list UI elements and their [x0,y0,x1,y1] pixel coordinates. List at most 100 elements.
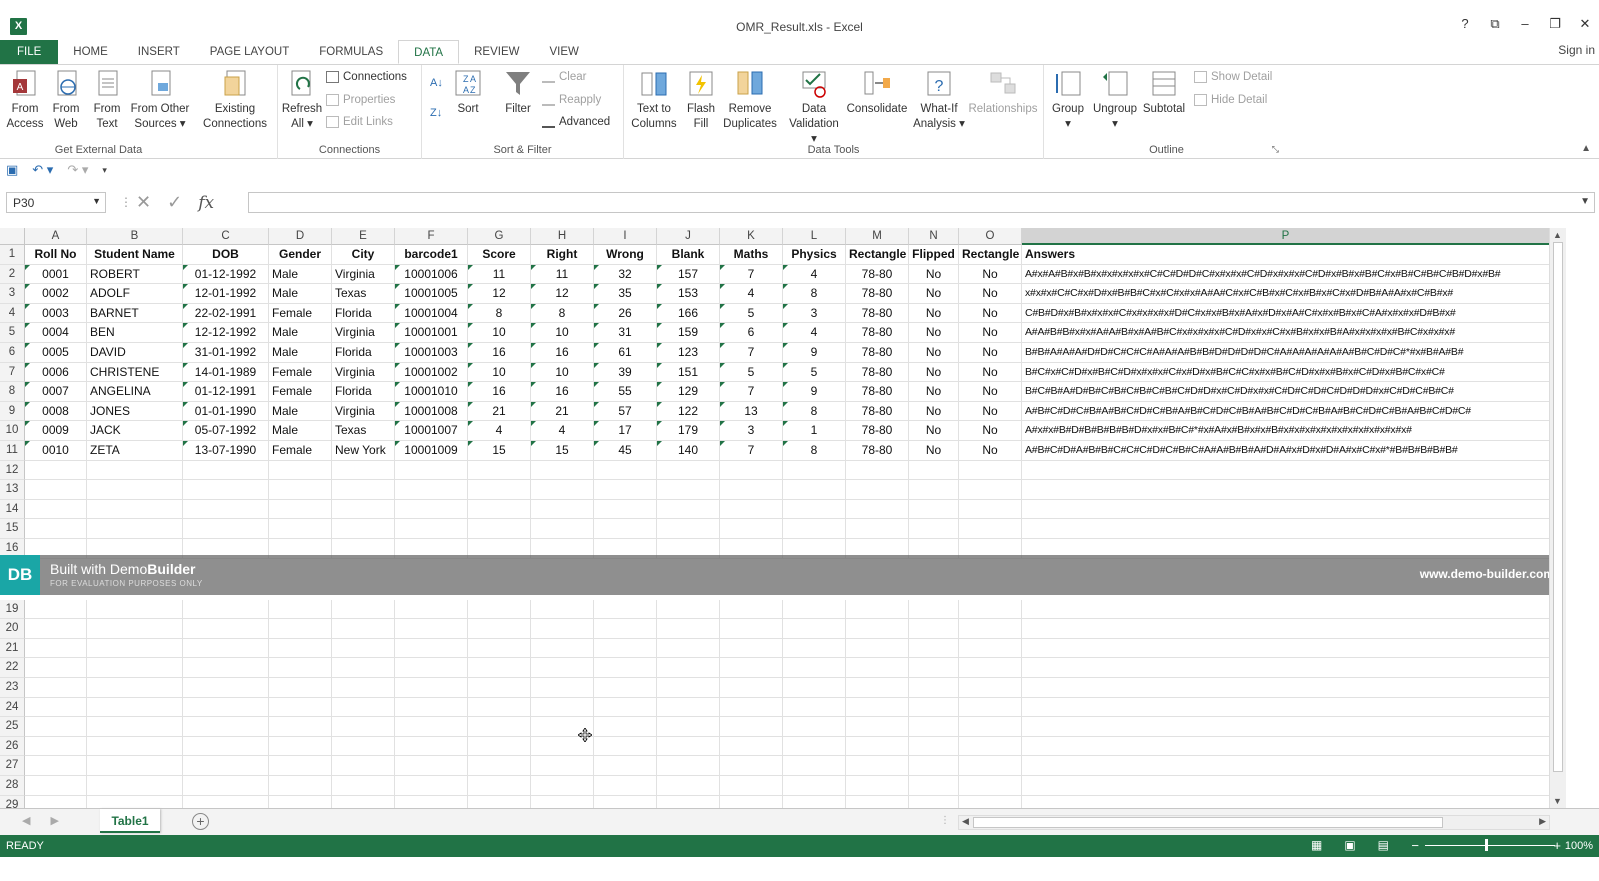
row-header[interactable]: 27 [0,756,25,776]
empty-cell[interactable] [87,658,183,678]
empty-cell[interactable] [269,619,332,639]
data-cell[interactable]: Female [269,382,332,402]
empty-cell[interactable] [657,717,720,737]
reapply-button[interactable]: Reapply [542,94,601,106]
data-cell[interactable]: 6 [720,323,783,343]
empty-cell[interactable] [846,756,909,776]
empty-cell[interactable] [846,736,909,757]
empty-cell[interactable] [1022,638,1550,659]
data-cell[interactable]: 13 [720,401,783,422]
data-cell[interactable]: 45 [594,441,657,461]
prev-sheet-icon[interactable]: ◀ [22,814,30,827]
expand-formula-icon[interactable]: ▼ [1580,196,1590,207]
empty-cell[interactable] [846,697,909,718]
empty-cell[interactable] [332,599,395,620]
empty-cell[interactable] [332,795,395,808]
empty-cell[interactable] [657,619,720,639]
empty-cell[interactable] [183,499,269,520]
header-cell[interactable]: Right [531,245,594,265]
tab-split-handle-icon[interactable]: ⋮ [940,815,950,826]
empty-cell[interactable] [720,499,783,520]
empty-cell[interactable] [783,678,846,698]
hide-detail-button[interactable]: Hide Detail [1194,94,1267,106]
data-cell[interactable]: JACK [87,421,183,441]
empty-cell[interactable] [657,519,720,539]
row-header[interactable]: 15 [0,519,25,539]
data-cell[interactable]: A#B#C#D#C#B#A#B#C#D#C#B#A#B#C#D#C#B#A#B#… [1022,401,1550,422]
data-cell[interactable]: No [909,323,959,343]
empty-cell[interactable] [183,678,269,698]
data-cell[interactable]: Male [269,323,332,343]
empty-cell[interactable] [395,736,468,757]
data-cell[interactable]: 13-07-1990 [183,441,269,461]
empty-cell[interactable] [720,460,783,481]
header-cell[interactable]: DOB [183,245,269,265]
empty-cell[interactable] [531,776,594,796]
empty-cell[interactable] [468,499,531,520]
header-cell[interactable]: Score [468,245,531,265]
data-cell[interactable]: No [909,343,959,363]
what-if-analysis-button[interactable]: ? What-If Analysis ▾ [912,69,966,132]
empty-cell[interactable] [1022,460,1550,481]
empty-cell[interactable] [657,638,720,659]
horizontal-scrollbar[interactable]: ◀ ▶ [958,815,1550,830]
row-header[interactable]: 4 [0,303,25,324]
column-header[interactable]: K [720,228,783,245]
empty-cell[interactable] [87,678,183,698]
empty-cell[interactable] [468,756,531,776]
empty-cell[interactable] [468,599,531,620]
undo-icon[interactable]: ↶ ▾ [32,162,53,178]
data-cell[interactable]: 0010 [25,441,87,461]
empty-cell[interactable] [395,658,468,678]
header-cell[interactable]: Flipped [909,245,959,265]
empty-cell[interactable] [25,499,87,520]
header-cell[interactable]: Wrong [594,245,657,265]
header-cell[interactable]: Student Name [87,245,183,265]
data-cell[interactable]: ROBERT [87,264,183,285]
filter-button[interactable]: Filter [500,69,536,117]
data-cell[interactable]: No [909,441,959,461]
empty-cell[interactable] [594,499,657,520]
empty-cell[interactable] [25,756,87,776]
data-cell[interactable]: 8 [783,441,846,461]
dialog-launcher-icon[interactable]: ⤡ [1272,144,1279,155]
data-cell[interactable]: 10 [531,362,594,383]
empty-cell[interactable] [183,795,269,808]
empty-cell[interactable] [183,736,269,757]
from-web-button[interactable]: From Web [47,69,85,132]
empty-cell[interactable] [846,795,909,808]
empty-cell[interactable] [657,460,720,481]
data-cell[interactable]: 166 [657,303,720,324]
scroll-down-icon[interactable]: ▼ [1553,796,1562,806]
column-header[interactable]: A [25,228,87,245]
data-cell[interactable]: 10001007 [395,421,468,441]
data-cell[interactable]: 7 [720,343,783,363]
data-cell[interactable]: 10001009 [395,441,468,461]
header-cell[interactable]: Gender [269,245,332,265]
empty-cell[interactable] [1022,756,1550,776]
empty-cell[interactable] [332,638,395,659]
empty-cell[interactable] [468,480,531,500]
empty-cell[interactable] [468,697,531,718]
empty-cell[interactable] [468,658,531,678]
data-cell[interactable]: 4 [783,323,846,343]
empty-cell[interactable] [594,756,657,776]
data-cell[interactable]: 16 [531,382,594,402]
column-header[interactable]: P [1022,228,1550,245]
empty-cell[interactable] [783,717,846,737]
data-cell[interactable]: 5 [720,303,783,324]
empty-cell[interactable] [183,460,269,481]
empty-cell[interactable] [468,678,531,698]
data-cell[interactable]: 0007 [25,382,87,402]
row-header[interactable]: 21 [0,638,25,659]
empty-cell[interactable] [332,519,395,539]
empty-cell[interactable] [269,638,332,659]
data-cell[interactable]: 11 [531,264,594,285]
empty-cell[interactable] [1022,519,1550,539]
name-box-dropdown-icon[interactable]: ▼ [92,196,101,206]
empty-cell[interactable] [657,499,720,520]
row-header[interactable]: 20 [0,619,25,639]
empty-cell[interactable] [183,519,269,539]
sort-a-z-button[interactable]: A↓ [430,77,443,89]
empty-cell[interactable] [1022,678,1550,698]
